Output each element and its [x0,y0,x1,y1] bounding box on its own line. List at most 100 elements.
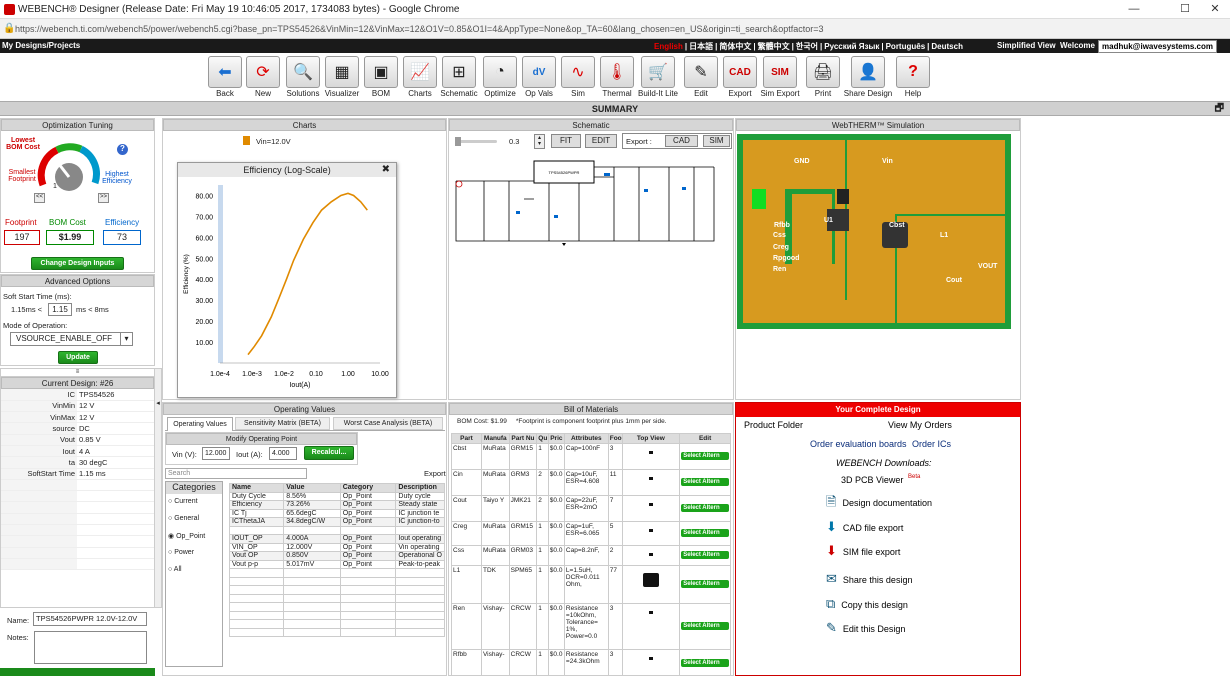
collapse-arrow-icon[interactable]: ◂ [155,399,161,407]
change-design-inputs-button[interactable]: Change Design Inputs [31,257,124,270]
table-row[interactable]: Efficiency 73.26% Op_Point Steady state [228,500,445,510]
category-power[interactable]: ○ Power [166,549,222,566]
select-alternate-button[interactable]: Select Altern [681,529,729,537]
table-row[interactable] [228,525,445,535]
bom-column-header[interactable]: Foo [607,433,623,444]
radio-icon[interactable]: ◉ [168,533,176,540]
design-name-input[interactable]: TPS54526PWPR 12.0V-12.0V [33,612,147,626]
column-header[interactable]: Name [228,483,285,493]
table-row[interactable]: IOUT_OP 4.000A Op_Point Iout operating [228,534,445,544]
mode-select[interactable]: VSOURCE_ENABLE_OFF ▾ [10,332,133,346]
prev-dial-button[interactable]: << [34,193,45,203]
bom-column-header[interactable]: Pric [547,433,565,444]
address-bar[interactable]: 🔒 https://webench.ti.com/webench5/power/… [0,19,1230,39]
toolbar-sim-export-button[interactable]: SIM Sim Export [760,56,800,98]
category-general[interactable]: ○ General [166,515,222,532]
export-sim-button[interactable]: SIM [703,135,730,147]
bom-column-header[interactable]: Attributes [563,433,609,444]
column-header[interactable]: Description [395,483,445,493]
column-header[interactable]: Category [339,483,397,493]
order-ics-link[interactable]: Order ICs [912,439,951,449]
close-window-icon[interactable]: ✕ [1205,2,1225,16]
complete-item-share-this-design[interactable]: ✉ Share this design [826,571,912,589]
minimize-icon[interactable]: — [1124,2,1144,16]
next-dial-button[interactable]: >> [98,193,109,203]
my-designs-link[interactable]: My Designs/Projects [2,41,80,50]
lang-simplified-chinese[interactable]: 简体中文 [717,42,753,51]
close-popup-icon[interactable]: ✖ [382,164,390,175]
zoom-slider-handle[interactable] [455,137,461,146]
thermal-label-gnd1: GND1 [976,331,996,338]
bom-column-header[interactable]: Edit [679,433,731,444]
update-button[interactable]: Update [58,351,98,364]
select-alternate-button[interactable]: Select Altern [681,504,729,512]
toolbar-print-button[interactable]: 🖨 Print [805,56,841,98]
order-eval-boards-link[interactable]: Order evaluation boards [810,439,907,449]
toolbar-help-button[interactable]: ? Help [895,56,931,98]
zoom-slider[interactable] [455,137,497,146]
complete-item-edit-this-design[interactable]: ✎ Edit this Design [826,620,905,638]
select-alternate-button[interactable]: Select Altern [681,452,729,460]
lang-portuguese[interactable]: Português [884,42,928,51]
left-collapse-bar[interactable]: ◂ [154,368,162,608]
iout-input[interactable]: 4.000 [269,447,297,460]
select-alternate-button[interactable]: Select Altern [681,622,729,630]
recalculate-button[interactable]: Recalcul... [304,446,354,460]
view-orders-link[interactable]: View My Orders [888,420,952,430]
bom-column-header[interactable]: Part Nu [508,433,538,444]
bom-column-header[interactable]: Qu [536,433,549,444]
bom-column-header[interactable]: Part [451,433,482,444]
vin-input[interactable]: 12.000 [202,447,230,460]
optimization-dial-icon[interactable] [37,135,101,195]
url-text[interactable]: https://webench.ti.com/webench5/power/we… [15,24,824,34]
notes-textarea[interactable] [34,631,147,664]
table-row[interactable]: Duty Cycle 8.56% Op_Point Duty cycle [228,491,445,501]
product-folder-link[interactable]: Product Folder [744,420,803,430]
select-alternate-button[interactable]: Select Altern [681,659,729,667]
fit-button[interactable]: FIT [551,134,581,148]
simplified-view-link[interactable]: Simplified View [997,41,1056,50]
select-alternate-button[interactable]: Select Altern [681,551,729,559]
opvals-export-link[interactable]: Export [424,469,446,478]
category-all[interactable]: ○ All [166,566,222,583]
category-current[interactable]: ○ Current [166,498,222,515]
lang-korean[interactable]: 한국어 [794,42,820,51]
table-row[interactable]: Vout p-p 5.017mV Op_Point Peak-to-peak [228,559,445,569]
tab-operating-values[interactable]: Operating Values [167,417,233,431]
search-input[interactable]: Search [165,468,307,479]
table-row[interactable]: Vout OP 0.850V Op_Point Operational O [228,551,445,561]
table-row[interactable]: IC Tj 65.6degC Op_Point IC junction te [228,508,445,518]
maximize-icon[interactable]: ☐ [1175,2,1195,16]
lang-russian[interactable]: Русский Язык [822,42,881,51]
table-row[interactable]: VIN_OP 12.000V Op_Point Vin operating [228,542,445,552]
bom-column-header[interactable]: Manufa [480,433,510,444]
splitter-handle[interactable]: ≡ [1,369,154,377]
complete-item-copy-this-design[interactable]: ⧉ Copy this design [826,596,908,614]
lang-english[interactable]: English [652,42,685,51]
category-op_point[interactable]: ◉ Op_Point [166,532,222,549]
toolbar-share-design-button[interactable]: 👤 Share Design [844,56,892,98]
edit-schematic-button[interactable]: EDIT [585,134,617,148]
lang-german[interactable]: Deutsch [929,42,965,51]
export-cad-button[interactable]: CAD [665,135,698,147]
tab-worst-case[interactable]: Worst Case Analysis (BETA) [333,417,443,430]
select-alternate-button[interactable]: Select Altern [681,580,729,588]
column-header[interactable]: Value [283,483,341,493]
complete-item-cad-file-export[interactable]: ⬇ CAD file export [826,519,903,537]
complete-item-sim-file-export[interactable]: ⬇ SIM file export [826,543,900,561]
bom-column-header[interactable]: Top View [621,433,681,444]
toolbar-build-it-lite-button[interactable]: 🛒 Build-It Lite [638,56,678,98]
lang-traditional-chinese[interactable]: 繁體中文 [756,42,792,51]
select-alternate-button[interactable]: Select Altern [681,478,729,486]
tab-sensitivity-matrix[interactable]: Sensitivity Matrix (BETA) [235,417,330,430]
help-icon[interactable]: ? [117,144,128,155]
complete-item-design-documentation[interactable]: 🗎 Design documentation [826,493,932,511]
lang-japanese[interactable]: 日本語 [687,42,715,51]
restore-icon[interactable]: 🗗 [1215,102,1224,116]
zoom-stepper[interactable]: ▴ ▾ [534,134,545,149]
soft-start-input[interactable]: 1.15 [48,303,72,316]
user-account[interactable]: madhuk@iwavesystems.com [1098,40,1217,53]
3d-pcb-viewer-link[interactable]: 3D PCB Viewer [841,475,903,485]
schematic-diagram[interactable]: TPS54526PWPR [454,159,724,249]
table-row[interactable]: ICThetaJA 34.8degC/W Op_Point IC junction-t… [228,517,445,527]
